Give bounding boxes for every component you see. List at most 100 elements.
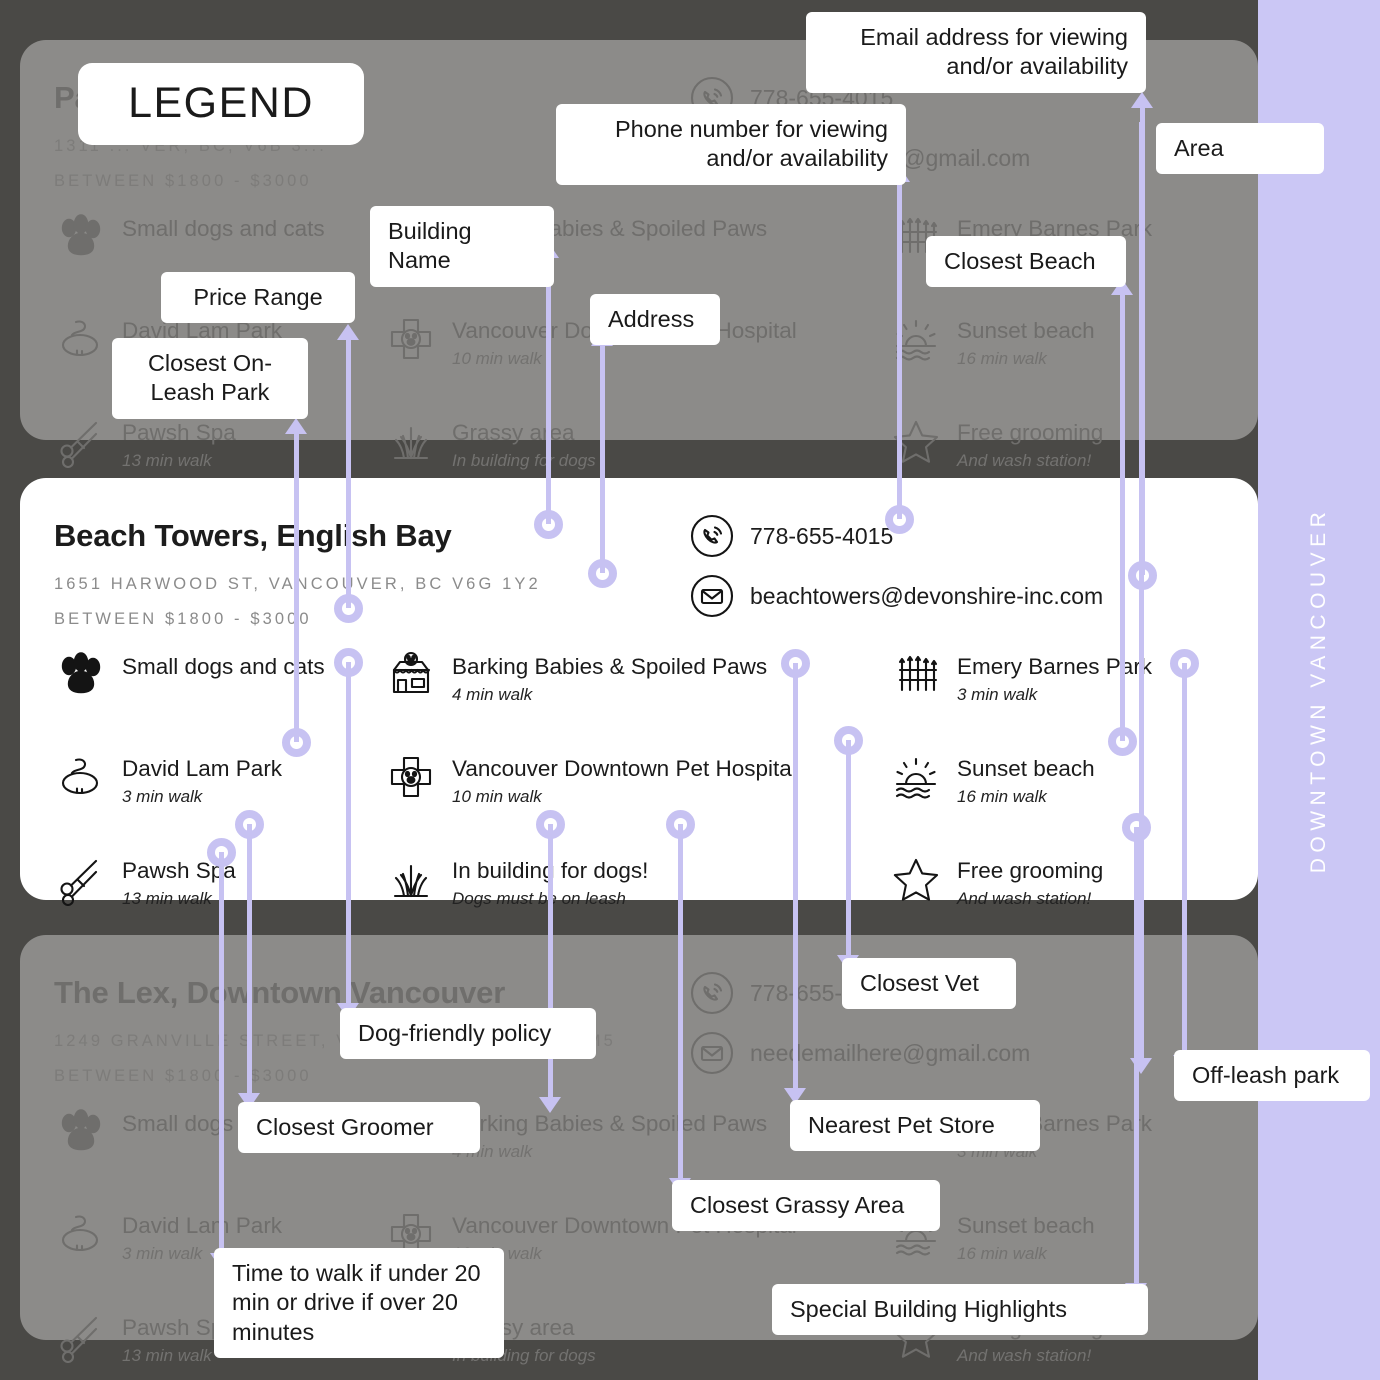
feature-item: Grassy area In building for dogs [384, 414, 889, 488]
feature-detail: 16 min walk [957, 348, 1047, 368]
feature-grid: Small dogs and cats Barking Babies & Spoi… [54, 648, 1224, 926]
grass-icon [384, 852, 438, 906]
listing-card-the-lex[interactable]: The Lex, Downtown Vancouver 1249 GRANVIL… [20, 935, 1258, 1365]
callout-walk-time[interactable]: Time to walk if under 20 min or drive if… [214, 1248, 504, 1359]
fence-icon [889, 648, 943, 702]
feature-name: Sunset beach [957, 1213, 1095, 1238]
email-address: needemailhere@gmail.com [750, 1039, 1031, 1066]
feature-item: Vancouver Downtown Pet Hospital 10 min wa… [384, 750, 889, 824]
callout-price-range[interactable]: Price Range [161, 272, 355, 324]
sunset-icon [889, 312, 943, 366]
feature-detail: 16 min walk [957, 786, 1047, 806]
feature-item: Sunset beach 16 min walk [889, 750, 1224, 824]
callout-dog-friendly-policy[interactable]: Dog-friendly policy [340, 1008, 596, 1060]
callout-phone[interactable]: Phone number for viewing and/or availabi… [556, 104, 906, 185]
feature-name: Free grooming [957, 420, 1104, 445]
feature-name: Small dogs and cats [122, 654, 325, 679]
feature-name: David Lam Park [122, 1213, 283, 1238]
feature-item: Sunset beach 16 min walk [889, 312, 1224, 386]
feature-name: Vancouver Downtown Pet Hospital [452, 756, 797, 781]
phone-icon [690, 514, 734, 558]
card-price-range: BETWEEN $1800 - $3000 [54, 1067, 312, 1085]
scissors-icon [54, 852, 108, 906]
feature-item: Free grooming And wash station! [889, 414, 1224, 488]
feature-name: Small dogs and cats [122, 216, 325, 241]
infographic-canvas: DOWNTOWN VANCOUVER Patina Walk Yaletown … [0, 0, 1380, 1380]
callout-closest-beach[interactable]: Closest Beach [926, 236, 1126, 288]
contact-block: 778-655-4015 beachtowers@devonshire-inc.… [690, 514, 1103, 634]
paw-icon [54, 210, 108, 264]
star-icon [889, 414, 943, 468]
feature-detail: 16 min walk [957, 1243, 1047, 1263]
feature-detail: 3 min walk [122, 786, 203, 806]
callout-area[interactable]: Area [1156, 123, 1324, 175]
feature-item: David Lam Park 3 min walk [54, 750, 384, 824]
scissors-icon [54, 1309, 108, 1363]
callout-special-highlights[interactable]: Special Building Highlights [772, 1284, 1148, 1336]
card-address: 1249 GRANVILLE STREET, VANCOUVER, BC, V6… [54, 1032, 616, 1050]
paw-icon [54, 1105, 108, 1159]
sunset-icon [889, 750, 943, 804]
feature-detail: 4 min walk [452, 1141, 533, 1161]
feature-item: Free grooming And wash station! [889, 852, 1224, 926]
feature-detail: And wash station! [957, 888, 1092, 908]
vetcross-icon [384, 312, 438, 366]
leash-icon [54, 750, 108, 804]
feature-item: Pawsh Spa 13 min walk [54, 414, 384, 488]
feature-item: Emery Barnes Park 3 min walk [889, 648, 1224, 722]
email-icon [690, 1031, 734, 1075]
feature-name: Barking Babies & Spoiled Paws [452, 1111, 768, 1136]
card-title: The Lex, Downtown Vancouver [54, 975, 506, 1010]
callout-building-name[interactable]: Building Name [370, 206, 554, 287]
paw-icon [54, 648, 108, 702]
callout-closest-on-leash-park[interactable]: Closest On- Leash Park [112, 338, 308, 419]
feature-detail: 13 min walk [122, 450, 212, 470]
area-sidebar: DOWNTOWN VANCOUVER [1258, 0, 1380, 1380]
petstore-icon [384, 648, 438, 702]
feature-detail: 13 min walk [122, 888, 212, 908]
callout-nearest-pet-store[interactable]: Nearest Pet Store [790, 1100, 1040, 1152]
vetcross-icon [384, 750, 438, 804]
feature-name: Sunset beach [957, 318, 1095, 343]
grass-icon [384, 414, 438, 468]
feature-detail: 4 min walk [452, 684, 533, 704]
feature-name: Pawsh Spa [122, 858, 236, 883]
feature-detail: 10 min walk [452, 348, 542, 368]
callout-closest-groomer[interactable]: Closest Groomer [238, 1102, 480, 1154]
feature-item: Barking Babies & Spoiled Paws 4 min walk [384, 648, 889, 722]
phone-row[interactable]: 778-655-4015 [690, 514, 1103, 558]
callout-address[interactable]: Address [590, 294, 720, 346]
feature-detail: And wash station! [957, 1345, 1092, 1365]
feature-name: Emery Barnes Park [957, 654, 1153, 679]
email-icon [690, 574, 734, 618]
callout-closest-grassy-area[interactable]: Closest Grassy Area [672, 1180, 940, 1232]
email-row[interactable]: needemailhere@gmail.com [690, 1031, 1030, 1075]
callout-legend[interactable]: LEGEND [78, 63, 364, 145]
feature-detail: 3 min walk [957, 684, 1038, 704]
feature-name: Barking Babies & Spoiled Paws [452, 654, 768, 679]
phone-icon [690, 971, 734, 1015]
feature-detail: 10 min walk [452, 786, 542, 806]
feature-item: Pawsh Spa 13 min walk [54, 852, 384, 926]
feature-item: In building for dogs! Dogs must be on lea… [384, 852, 889, 926]
leash-icon [54, 312, 108, 366]
callout-email[interactable]: Email address for viewing and/or availab… [806, 12, 1146, 93]
callout-off-leash-park[interactable]: Off-leash park [1174, 1050, 1370, 1102]
area-sidebar-label: DOWNTOWN VANCOUVER [1307, 506, 1330, 874]
feature-name: In building for dogs! [452, 858, 649, 883]
email-address: beachtowers@devonshire-inc.com [750, 582, 1104, 609]
listing-card-beach-towers[interactable]: Beach Towers, English Bay 1651 HARWOOD S… [20, 478, 1258, 908]
leash-icon [54, 1207, 108, 1261]
feature-name: Free grooming [957, 858, 1104, 883]
email-row[interactable]: beachtowers@devonshire-inc.com [690, 574, 1103, 618]
feature-detail: In building for dogs [452, 450, 596, 470]
feature-detail: Dogs must be on leash [452, 888, 626, 908]
phone-number: 778-655-4015 [750, 522, 894, 549]
feature-name: Sunset beach [957, 756, 1095, 781]
callout-closest-vet[interactable]: Closest Vet [842, 958, 1016, 1010]
feature-detail: And wash station! [957, 450, 1092, 470]
feature-name: Pawsh Spa [122, 420, 236, 445]
scissors-icon [54, 414, 108, 468]
star-icon [889, 852, 943, 906]
feature-item: Small dogs and cats [54, 648, 384, 722]
